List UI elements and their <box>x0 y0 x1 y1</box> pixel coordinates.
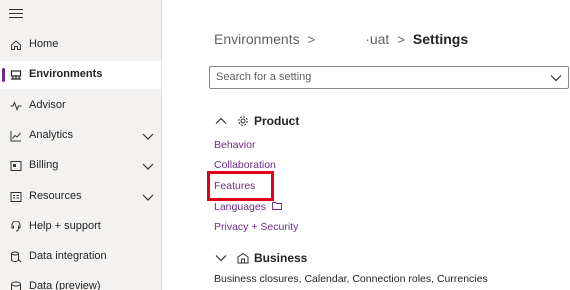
breadcrumb-separator: > <box>397 31 405 47</box>
breadcrumb: Environments > ·uat > Settings <box>214 31 468 47</box>
nav-label: Home <box>29 38 59 50</box>
chevron-down-icon[interactable] <box>142 161 154 171</box>
highlight-annotation-box <box>207 171 274 201</box>
nav-label: Billing <box>29 159 59 171</box>
link-privacy-security[interactable]: Privacy + Security <box>214 221 298 233</box>
nav-item-billing[interactable]: Billing <box>0 152 161 180</box>
chevron-down-icon[interactable] <box>142 192 154 202</box>
nav-label: Analytics <box>29 129 74 141</box>
group-header-business[interactable]: Business <box>215 250 307 266</box>
link-collaboration[interactable]: Collaboration <box>214 159 276 171</box>
help-icon <box>11 221 21 232</box>
breadcrumb-separator: > <box>307 31 316 47</box>
business-summary: Business closures, Calendar, Connection … <box>214 273 488 285</box>
breadcrumb-environment-link[interactable]: ·uat <box>365 31 389 47</box>
hamburger-menu-icon[interactable] <box>9 9 23 21</box>
chevron-up-icon[interactable] <box>215 116 227 126</box>
nav-item-data-preview[interactable]: Data (preview) <box>0 273 161 290</box>
analytics-icon <box>10 131 21 142</box>
advisor-icon <box>10 101 22 111</box>
nav-item-help-support[interactable]: Help + support <box>0 213 161 241</box>
folder-icon <box>271 202 282 210</box>
chevron-down-icon[interactable] <box>142 131 154 141</box>
nav-label: Environments <box>29 68 103 80</box>
chevron-down-icon[interactable] <box>550 73 562 83</box>
business-icon <box>237 252 249 264</box>
link-languages[interactable]: Languages <box>214 201 282 213</box>
data-preview-icon <box>11 281 21 290</box>
nav-item-environments[interactable]: Environments <box>0 61 161 89</box>
nav-item-advisor[interactable]: Advisor <box>0 92 161 120</box>
nav-item-analytics[interactable]: Analytics <box>0 122 161 150</box>
nav-item-data-integration[interactable]: Data integration <box>0 243 161 271</box>
group-header-product[interactable]: Product <box>215 113 299 129</box>
gear-icon <box>238 116 248 126</box>
breadcrumb-environments-link[interactable]: Environments <box>214 31 300 47</box>
nav-label: Help + support <box>29 220 101 232</box>
nav-label: Data (preview) <box>29 280 101 290</box>
settings-main-area: Environments > ·uat > Settings Search fo… <box>163 0 570 290</box>
group-title: Business <box>254 251 308 265</box>
link-label: Languages <box>214 201 266 213</box>
nav-item-resources[interactable]: Resources <box>0 183 161 211</box>
left-navigation: Home Environments Advisor Analytics Bill… <box>0 0 162 290</box>
nav-item-home[interactable]: Home <box>0 31 161 59</box>
data-integration-icon <box>11 251 22 263</box>
resources-icon <box>10 192 22 202</box>
nav-label: Data integration <box>29 250 107 262</box>
nav-label: Advisor <box>29 99 66 111</box>
group-title: Product <box>254 114 300 128</box>
search-placeholder: Search for a setting <box>216 71 312 83</box>
environments-icon <box>10 70 22 80</box>
billing-icon <box>10 161 22 171</box>
settings-search-combobox[interactable]: Search for a setting <box>209 66 569 89</box>
nav-label: Resources <box>29 190 82 202</box>
chevron-down-icon[interactable] <box>215 253 227 263</box>
page-title: Settings <box>412 31 469 47</box>
home-icon <box>11 40 21 50</box>
link-behavior[interactable]: Behavior <box>214 139 255 151</box>
